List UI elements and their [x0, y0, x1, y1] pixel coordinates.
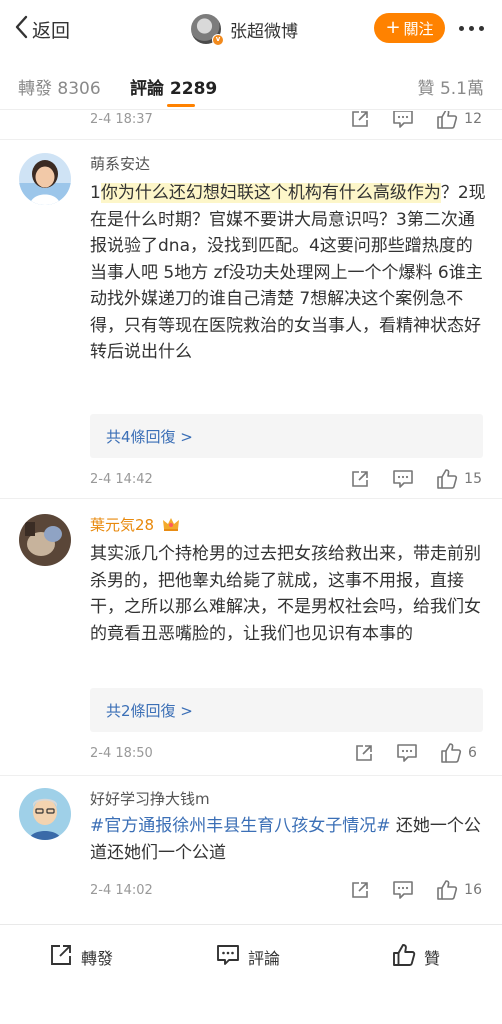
top-bar: 返回 v 张超微博 + 關注 — [0, 0, 502, 58]
repost-label: 轉發 — [81, 949, 114, 968]
thumbs-up-icon — [436, 111, 458, 130]
share-button[interactable] — [350, 880, 370, 900]
comment-text-rest: ？2现在是什么时期？官媒不要讲大局意识吗？3第二次通报说验了dna，没找到匹配。… — [90, 183, 486, 362]
share-icon — [350, 880, 370, 900]
vip-crown-icon — [162, 516, 180, 536]
avatar[interactable] — [19, 788, 71, 840]
comment-username[interactable]: 萌系安达 — [90, 153, 150, 174]
comment-time: 2-4 14:42 — [90, 471, 153, 487]
view-replies-button[interactable]: 共4條回復 > — [90, 414, 483, 458]
verified-badge-icon: v — [212, 34, 224, 46]
back-label: 返回 — [32, 19, 71, 42]
thumbs-up-icon — [440, 742, 462, 764]
page-title[interactable]: v 张超微博 — [191, 12, 298, 46]
comment-button[interactable]: 評論 — [216, 943, 280, 971]
reply-button[interactable] — [396, 743, 418, 763]
comment-label: 評論 — [248, 949, 281, 968]
reply-button[interactable] — [392, 111, 414, 129]
repost-button[interactable]: 轉發 — [49, 943, 113, 971]
tab-comments[interactable]: 評論 2289 — [130, 74, 217, 99]
comment-list[interactable]: 2-4 18:37 12 萌系安达 1你为什么还幻想妇联这个机构有什么高级作为？… — [0, 111, 502, 924]
comment-actions: 16 — [350, 879, 482, 901]
comment-text-prefix: 1 — [90, 183, 101, 203]
comment-icon — [392, 880, 414, 900]
active-tab-indicator — [167, 104, 195, 107]
share-button[interactable] — [350, 111, 370, 129]
like-label: 贊 — [424, 949, 441, 968]
avatar[interactable] — [19, 514, 71, 566]
comment-meta: 2-4 14:42 15 — [90, 468, 490, 490]
more-dot-icon — [468, 25, 474, 31]
comment-item: 好好学习挣大钱m #官方通报徐州丰县生育八孩女子情况# 还她一个公道还她们一个公… — [0, 775, 502, 924]
replies-label: 共2條回復 > — [106, 702, 193, 720]
avatar[interactable] — [19, 153, 71, 205]
more-options-button[interactable] — [453, 16, 489, 40]
tab-bar: 轉發 8306 評論 2289 贊 5.1萬 — [0, 58, 502, 110]
more-dot-icon — [478, 25, 484, 31]
comment-icon — [216, 944, 240, 970]
back-button[interactable]: 返回 — [14, 14, 70, 44]
comment-text: 其实派几个持枪男的过去把女孩给救出来，带走前别杀男的，把他睾丸给毙了就成，这事不… — [90, 544, 481, 644]
like-button[interactable]: 15 — [436, 468, 482, 490]
share-button[interactable] — [350, 469, 370, 489]
comment-meta: 2-4 18:50 6 — [90, 742, 490, 764]
like-button[interactable]: 12 — [436, 111, 482, 130]
comment-text: 1你为什么还幻想妇联这个机构有什么高级作为？2现在是什么时期？官媒不要讲大局意识… — [90, 180, 486, 366]
thumbs-up-icon — [436, 468, 458, 490]
comment-time: 2-4 14:02 — [90, 882, 153, 898]
replies-label: 共4條回復 > — [106, 428, 193, 446]
comment-item: 葉元気28 其实派几个持枪男的过去把女孩给救出来，带走前别杀男的，把他睾丸给毙了… — [0, 498, 502, 778]
comment-icon — [396, 743, 418, 763]
comment-meta: 2-4 18:37 12 — [90, 111, 490, 130]
comment-username[interactable]: 葉元気28 — [90, 514, 180, 536]
share-button[interactable] — [354, 743, 374, 763]
like-count: 15 — [464, 471, 482, 487]
share-icon — [350, 111, 370, 129]
thumbs-up-icon — [392, 943, 416, 971]
like-button[interactable]: 6 — [440, 742, 482, 764]
avatar: v — [191, 14, 224, 46]
tab-reposts[interactable]: 轉發 8306 — [18, 74, 101, 99]
reply-button[interactable] — [392, 469, 414, 489]
bottom-action-bar: 轉發 評論 贊 — [0, 924, 502, 1024]
comment-actions: 15 — [350, 468, 482, 490]
hashtag-link[interactable]: #官方通报徐州丰县生育八孩女子情况# — [90, 816, 391, 836]
username-text: 葉元気28 — [90, 516, 155, 534]
comment-item: 萌系安达 1你为什么还幻想妇联这个机构有什么高级作为？2现在是什么时期？官媒不要… — [0, 139, 502, 499]
plus-icon: + — [385, 17, 401, 38]
share-icon — [49, 943, 73, 971]
chevron-left-icon — [14, 15, 28, 43]
comment-icon — [392, 111, 414, 129]
comment-meta: 2-4 14:02 16 — [90, 879, 490, 901]
follow-button[interactable]: + 關注 — [374, 13, 445, 43]
like-count: 12 — [464, 111, 482, 127]
page-title-text: 张超微博 — [230, 21, 298, 42]
like-button[interactable]: 16 — [436, 879, 482, 901]
thumbs-up-icon — [436, 879, 458, 901]
like-count: 6 — [468, 745, 477, 761]
view-replies-button[interactable]: 共2條回復 > — [90, 688, 483, 732]
comment-actions: 6 — [354, 742, 482, 764]
comment-time: 2-4 18:37 — [90, 111, 153, 127]
comment-actions: 12 — [350, 111, 482, 130]
highlighted-text: 你为什么还幻想妇联这个机构有什么高级作为 — [100, 183, 441, 203]
reply-button[interactable] — [392, 880, 414, 900]
comment-icon — [392, 469, 414, 489]
comment-time: 2-4 18:50 — [90, 745, 153, 761]
tab-likes[interactable]: 贊 5.1萬 — [418, 74, 484, 99]
share-icon — [354, 743, 374, 763]
comment-username[interactable]: 好好学习挣大钱m — [90, 788, 210, 809]
like-button[interactable]: 贊 — [392, 943, 440, 971]
follow-label: 關注 — [403, 19, 434, 38]
share-icon — [350, 469, 370, 489]
comment-text: #官方通报徐州丰县生育八孩女子情况# 还她一个公道还她们一个公道 — [90, 813, 486, 866]
more-dot-icon — [458, 25, 464, 31]
like-count: 16 — [464, 882, 482, 898]
